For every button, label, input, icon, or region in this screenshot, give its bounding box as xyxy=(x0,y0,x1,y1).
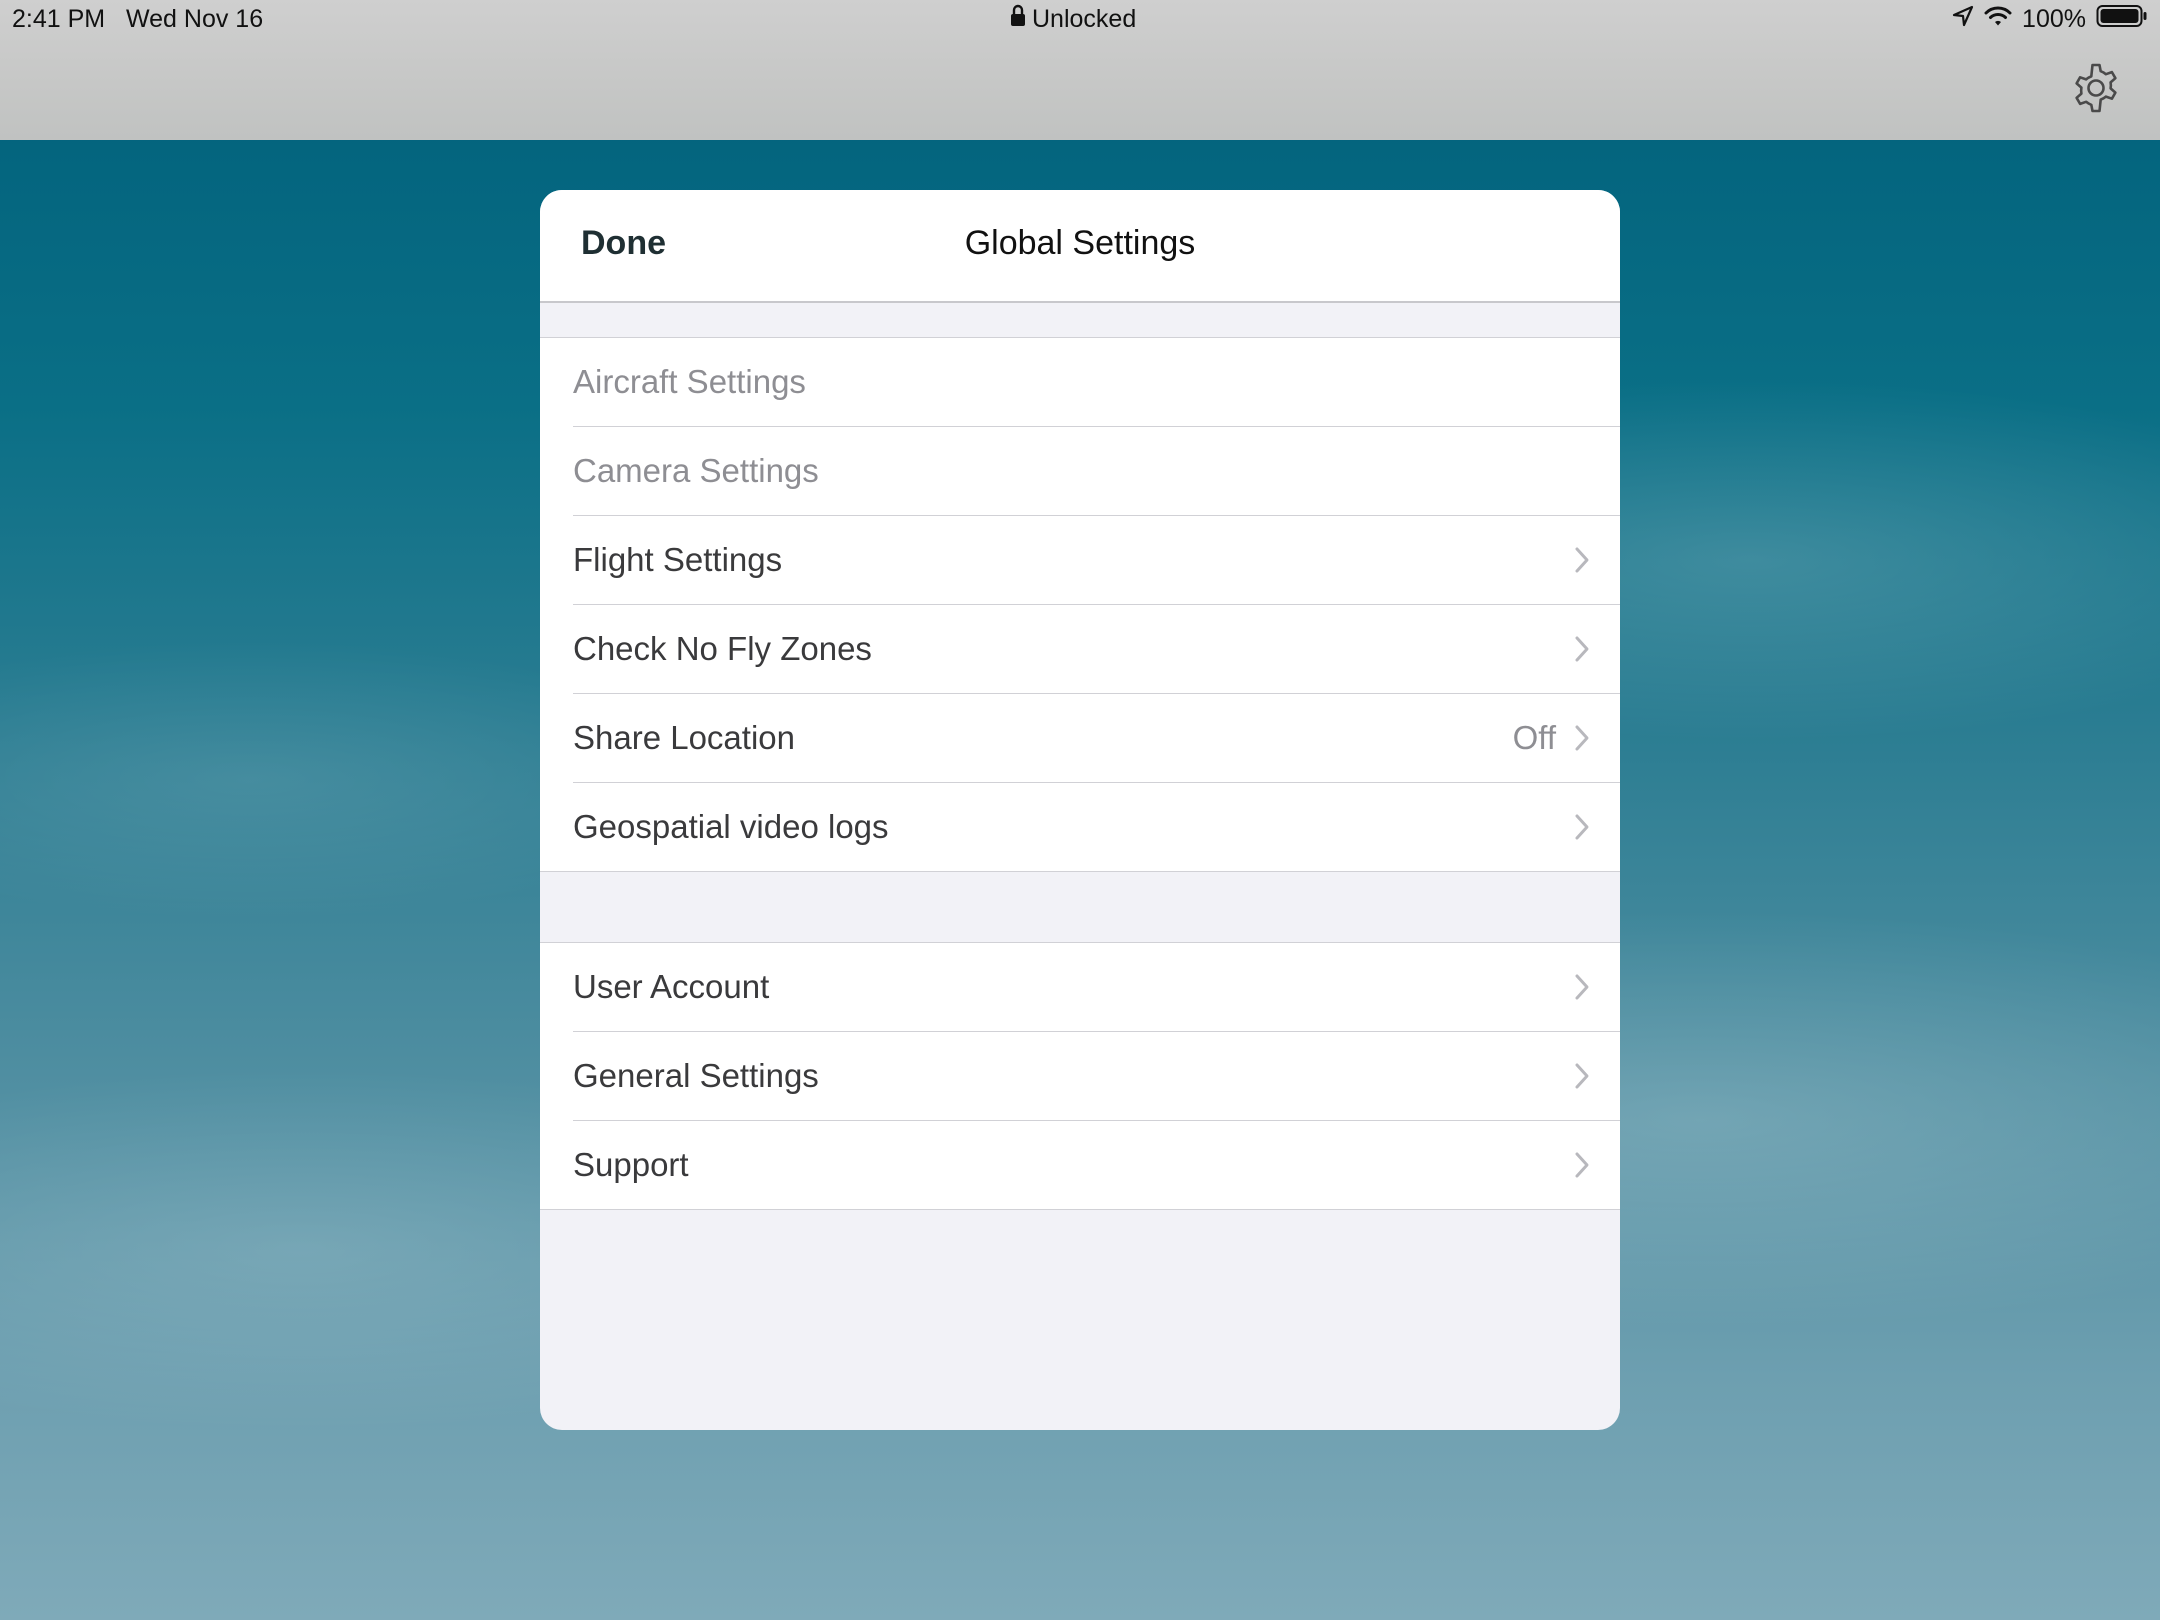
location-arrow-icon xyxy=(1952,5,1974,34)
status-indicators: 100% xyxy=(1952,4,2148,35)
wifi-icon xyxy=(1984,5,2012,34)
row-label: Geospatial video logs xyxy=(573,808,889,845)
row-label: General Settings xyxy=(573,1057,819,1094)
status-date: Wed Nov 16 xyxy=(126,5,264,33)
row-label: Flight Settings xyxy=(573,541,783,578)
top-toolbar: 2:41 PM Wed Nov 16 Unlocked 100% xyxy=(0,0,2160,140)
row-label: Camera Settings xyxy=(573,452,819,489)
chevron-right-icon xyxy=(1572,1061,1592,1091)
status-bar: 2:41 PM Wed Nov 16 Unlocked 100% xyxy=(0,0,2160,40)
lock-icon xyxy=(1010,4,1026,35)
row-general-settings[interactable]: General Settings xyxy=(573,1032,1620,1121)
battery-percent: 100% xyxy=(2022,5,2086,33)
settings-group-device: Aircraft Settings Camera Settings Flight… xyxy=(540,337,1620,872)
row-check-no-fly-zones[interactable]: Check No Fly Zones xyxy=(573,605,1620,694)
share-location-value: Off xyxy=(1512,719,1556,756)
row-label: Check No Fly Zones xyxy=(573,630,872,667)
row-flight-settings[interactable]: Flight Settings xyxy=(573,516,1620,605)
battery-icon xyxy=(2096,4,2148,35)
row-user-account[interactable]: User Account xyxy=(573,943,1620,1032)
row-camera-settings: Camera Settings xyxy=(573,427,1620,516)
row-support[interactable]: Support xyxy=(573,1121,1620,1209)
row-label: User Account xyxy=(573,968,770,1005)
settings-group-account: User Account General Settings Support xyxy=(540,942,1620,1210)
chevron-right-icon xyxy=(1572,634,1592,664)
gear-icon xyxy=(2069,61,2123,120)
row-share-location[interactable]: Share Location Off xyxy=(573,694,1620,783)
status-time: 2:41 PM xyxy=(12,5,106,33)
lock-status-label: Unlocked xyxy=(1032,5,1137,33)
sheet-title: Global Settings xyxy=(964,224,1196,262)
chevron-right-icon xyxy=(1572,972,1592,1002)
row-label: Aircraft Settings xyxy=(573,363,806,400)
row-aircraft-settings: Aircraft Settings xyxy=(573,338,1620,427)
settings-button[interactable] xyxy=(2068,62,2124,118)
sheet-header: Done Global Settings xyxy=(540,190,1620,303)
global-settings-sheet: Done Global Settings Aircraft Settings C… xyxy=(540,190,1620,1430)
lock-status: Unlocked xyxy=(1010,4,1136,35)
row-label: Support xyxy=(573,1146,689,1183)
chevron-right-icon xyxy=(1572,723,1592,753)
row-geospatial-video-logs[interactable]: Geospatial video logs xyxy=(573,783,1620,871)
chevron-right-icon xyxy=(1572,812,1592,842)
chevron-right-icon xyxy=(1572,1150,1592,1180)
chevron-right-icon xyxy=(1572,545,1592,575)
row-label: Share Location xyxy=(573,719,795,756)
